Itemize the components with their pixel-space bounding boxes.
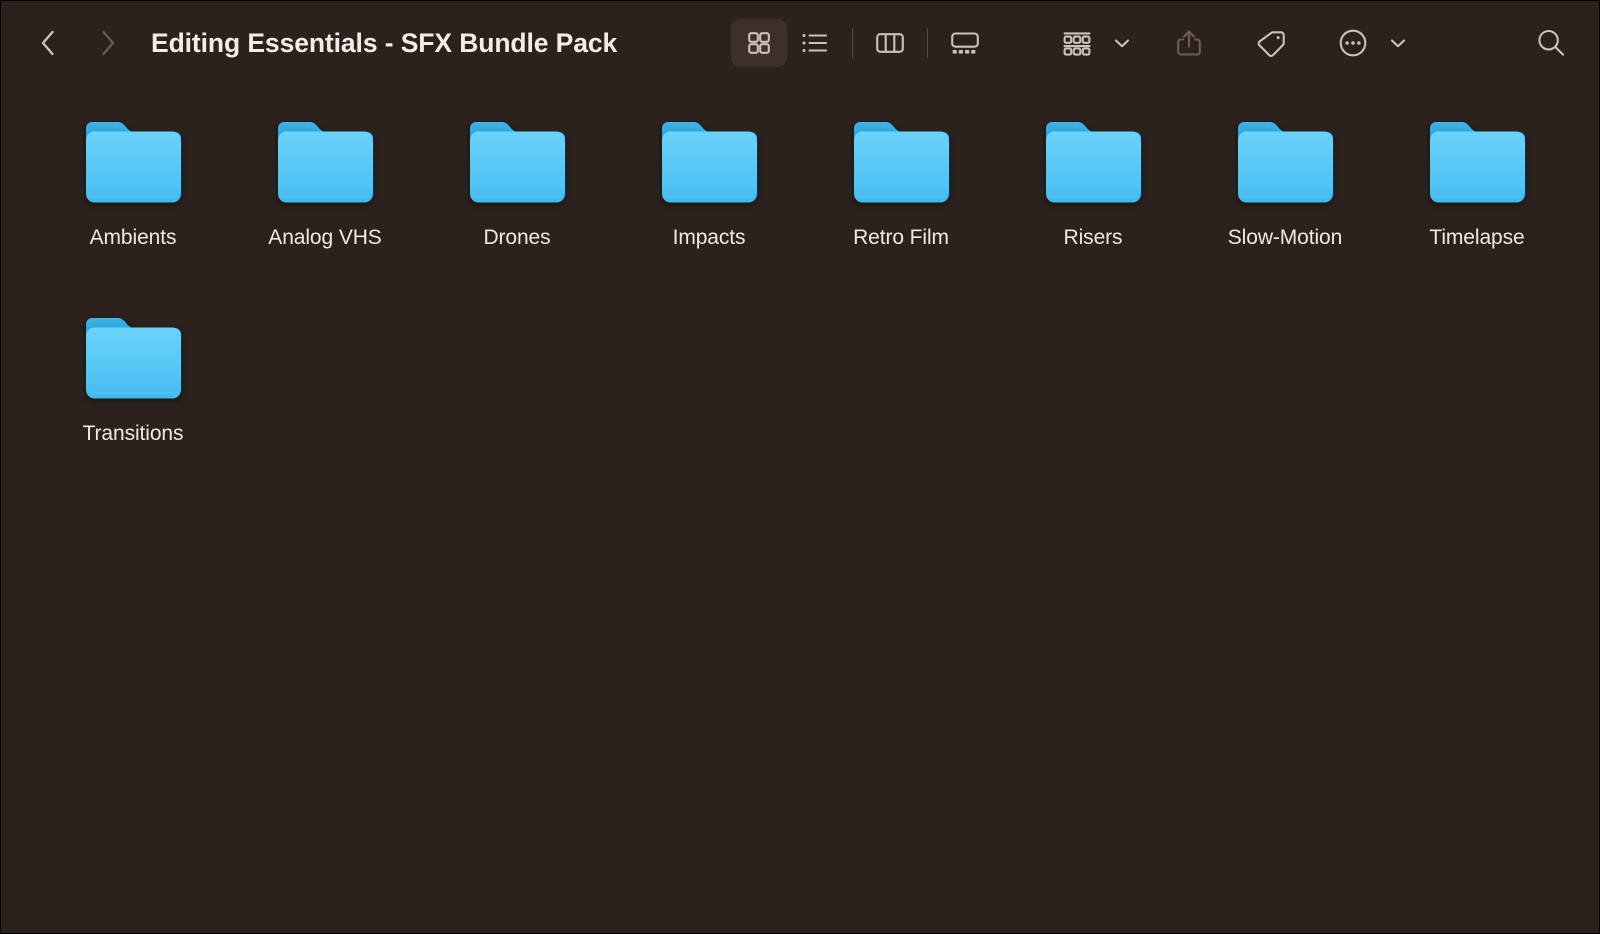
toolbar-divider (852, 28, 853, 58)
gallery-view-icon (949, 30, 981, 56)
chevron-down-icon (1113, 36, 1131, 50)
group-by-button[interactable] (1049, 19, 1105, 67)
share-icon (1176, 29, 1202, 57)
toolbar: Editing Essentials - SFX Bundle Pack (1, 1, 1599, 85)
folder-icon (850, 117, 953, 207)
folder-item[interactable]: Analog VHS (229, 113, 421, 309)
folder-item[interactable]: Slow-Motion (1189, 113, 1381, 309)
finder-window: Editing Essentials - SFX Bundle Pack (0, 0, 1600, 934)
navigation-buttons (31, 21, 125, 65)
view-mode-group (731, 19, 993, 67)
folder-label: Drones (483, 227, 550, 248)
folder-label: Analog VHS (268, 227, 381, 248)
folder-label: Timelapse (1429, 227, 1524, 248)
folder-item[interactable]: Risers (997, 113, 1189, 309)
folder-item[interactable]: Ambients (37, 113, 229, 309)
folder-label: Impacts (673, 227, 746, 248)
folder-item[interactable]: Timelapse (1381, 113, 1573, 309)
folder-icon (82, 313, 185, 403)
tag-button[interactable] (1243, 19, 1299, 67)
icon-grid: Ambients Analog VHS (1, 113, 1599, 505)
toolbar-divider (927, 28, 928, 58)
view-mode-gallery-button[interactable] (937, 19, 993, 67)
folder-label: Risers (1064, 227, 1123, 248)
folder-icon (1042, 117, 1145, 207)
grid-view-icon (746, 30, 772, 56)
folder-item[interactable]: Retro Film (805, 113, 997, 309)
more-options-icon (1338, 28, 1368, 58)
search-button[interactable] (1525, 19, 1577, 67)
folder-item[interactable]: Drones (421, 113, 613, 309)
view-mode-icon-button[interactable] (731, 19, 787, 67)
group-by-icon (1062, 30, 1092, 56)
chevron-right-icon (97, 28, 119, 58)
folder-icon (658, 117, 761, 207)
chevron-left-icon (37, 28, 59, 58)
folder-label: Ambients (90, 227, 177, 248)
back-button[interactable] (31, 21, 65, 65)
search-icon (1535, 27, 1567, 59)
folder-icon (1426, 117, 1529, 207)
more-options-chevron-button[interactable] (1385, 19, 1411, 67)
tag-icon (1256, 29, 1286, 57)
forward-button[interactable] (91, 21, 125, 65)
view-mode-list-button[interactable] (787, 19, 843, 67)
folder-label: Retro Film (853, 227, 949, 248)
folder-icon (466, 117, 569, 207)
folder-item[interactable]: Transitions (37, 309, 229, 505)
toolbar-action-group (1049, 19, 1411, 67)
folder-label: Transitions (83, 423, 184, 444)
chevron-down-icon (1389, 36, 1407, 50)
view-mode-column-button[interactable] (862, 19, 918, 67)
content-area[interactable]: Ambients Analog VHS (1, 85, 1599, 505)
group-by-chevron-button[interactable] (1109, 19, 1135, 67)
folder-item[interactable]: Impacts (613, 113, 805, 309)
folder-icon (1234, 117, 1337, 207)
list-view-icon (801, 30, 829, 56)
more-options-button[interactable] (1325, 19, 1381, 67)
folder-icon (82, 117, 185, 207)
window-title: Editing Essentials - SFX Bundle Pack (151, 28, 617, 59)
share-button[interactable] (1161, 19, 1217, 67)
folder-icon (274, 117, 377, 207)
folder-label: Slow-Motion (1228, 227, 1342, 248)
column-view-icon (875, 30, 905, 56)
